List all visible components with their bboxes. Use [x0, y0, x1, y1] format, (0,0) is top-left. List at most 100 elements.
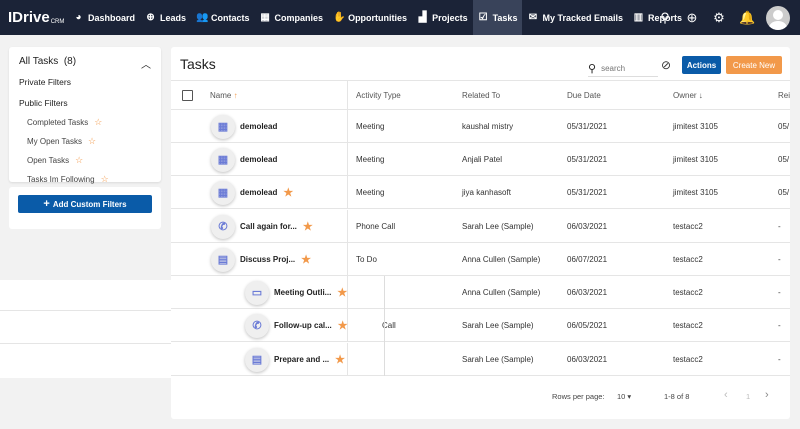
column-due-date[interactable]: Due Date — [567, 91, 601, 100]
card-icon: ▭ — [245, 280, 269, 305]
bell-icon[interactable]: 🔔 — [739, 10, 755, 26]
task-name-cell[interactable]: ▤ Discuss Proj... ★ — [211, 243, 311, 276]
star-outline-icon[interactable]: ☆ — [88, 136, 96, 147]
nav-label: Companies — [274, 12, 324, 23]
bar-chart-icon: ▥ — [633, 12, 644, 23]
star-filled-icon[interactable]: ★ — [337, 286, 347, 299]
due-date-cell: 06/05/2021 — [567, 321, 608, 330]
page-title: Tasks — [180, 56, 216, 72]
search-icon[interactable]: ⚲ — [658, 10, 672, 26]
filter-item[interactable]: Tasks Im Following ☆ — [27, 174, 151, 185]
table-row[interactable]: ▦ demolead ★ Meeting jiya kanhasoft 05/31/202… — [171, 176, 790, 209]
column-reminder[interactable]: Rei — [778, 91, 790, 100]
tasks-panel: Tasks ⚲ ⊘ Actions Create New Name ↑ Acti… — [171, 47, 790, 419]
add-circle-icon[interactable]: ⊕ — [685, 10, 699, 26]
reminder-cell: 05/ — [778, 122, 790, 131]
activity-type-cell: Meeting — [356, 188, 385, 197]
star-filled-icon[interactable]: ★ — [303, 220, 313, 233]
hide-columns-icon[interactable]: ⊘ — [661, 58, 671, 72]
task-name-cell[interactable]: ▤ Prepare and ... ★ — [245, 343, 345, 376]
building-icon: ▦ — [260, 12, 270, 23]
column-related-to[interactable]: Related To — [462, 91, 500, 100]
filter-item[interactable]: My Open Tasks ☆ — [27, 136, 151, 147]
filters-sidebar: All Tasks (8) ︿ Private Filters Public F… — [9, 47, 161, 185]
activity-type-cell: To Do — [356, 255, 377, 264]
create-new-button[interactable]: Create New — [726, 56, 782, 74]
table-row[interactable]: ▦ demolead Meeting Anjali Patel 05/31/2021 ji… — [171, 143, 790, 176]
table-row[interactable]: ▤ Discuss Proj... ★ To Do Anna Cullen (Sampl… — [171, 243, 790, 276]
related-to-cell[interactable]: Sarah Lee (Sample) — [462, 222, 534, 231]
avatar[interactable] — [766, 5, 790, 30]
table-row[interactable]: ▤ Prepare and ... ★ Sarah Lee (Sample) 06/03… — [171, 343, 790, 376]
star-filled-icon[interactable]: ★ — [301, 253, 311, 266]
nav-tasks[interactable]: ☑ Tasks — [472, 0, 523, 35]
related-to-cell[interactable]: jiya kanhasoft — [462, 188, 511, 197]
column-name[interactable]: Name ↑ — [210, 91, 238, 100]
column-activity-type[interactable]: Activity Type — [356, 91, 401, 100]
task-name-cell[interactable]: ▦ demolead — [211, 143, 277, 176]
nav-my-tracked-emails[interactable]: ✉ My Tracked Emails — [522, 0, 628, 35]
related-to-cell[interactable]: Sarah Lee (Sample) — [462, 355, 534, 364]
table-row[interactable]: ✆ Follow-up cal... ★ Call Sarah Lee (Sample)… — [171, 309, 790, 342]
search-icon: ⚲ — [588, 62, 597, 75]
star-outline-icon[interactable]: ☆ — [75, 155, 83, 166]
task-name-cell[interactable]: ✆ Call again for... ★ — [211, 210, 313, 243]
chevron-up-icon[interactable]: ︿ — [141, 56, 151, 71]
nav-label: Tasks — [492, 12, 518, 23]
nav-dashboard[interactable]: ◕ Dashboard — [68, 0, 140, 35]
search-box[interactable]: ⚲ — [588, 60, 658, 77]
search-input[interactable] — [601, 63, 652, 73]
task-name-cell[interactable]: ▦ demolead — [211, 110, 277, 143]
prev-page-icon[interactable]: ‹ — [724, 389, 728, 401]
related-to-cell[interactable]: Anna Cullen (Sample) — [462, 288, 540, 297]
owner-cell: jimitest 3105 — [673, 122, 718, 131]
next-page-icon[interactable]: › — [765, 389, 769, 401]
related-to-cell[interactable]: Anna Cullen (Sample) — [462, 255, 540, 264]
related-to-cell[interactable]: Anjali Patel — [462, 155, 502, 164]
star-filled-icon[interactable]: ★ — [283, 186, 293, 199]
nav-leads[interactable]: ⊕ Leads — [140, 0, 191, 35]
handshake-icon: ✋ — [333, 12, 346, 23]
task-check-icon: ☑ — [478, 12, 488, 23]
star-outline-icon[interactable]: ☆ — [101, 174, 109, 185]
nav-companies[interactable]: ▦ Companies — [255, 0, 329, 35]
select-all-checkbox[interactable] — [182, 90, 193, 101]
public-filters-heading[interactable]: Public Filters — [19, 98, 151, 108]
nav-contacts[interactable]: 👥 Contacts — [191, 0, 255, 35]
all-tasks-filter[interactable]: All Tasks (8) — [19, 56, 76, 71]
private-filters-heading[interactable]: Private Filters — [19, 77, 151, 87]
filter-label: Completed Tasks — [27, 118, 89, 127]
task-name: Follow-up cal... — [274, 321, 332, 330]
nav-opportunities[interactable]: ✋ Opportunities — [328, 0, 412, 35]
table-row[interactable]: ✆ Call again for... ★ Phone Call Sarah Lee (… — [171, 210, 790, 243]
star-outline-icon[interactable]: ☆ — [94, 117, 102, 128]
document-icon: ▤ — [245, 347, 269, 372]
due-date-cell: 05/31/2021 — [567, 122, 608, 131]
logo[interactable]: IDrive CRM — [0, 0, 68, 35]
star-filled-icon[interactable]: ★ — [335, 353, 345, 366]
page-number[interactable]: 1 — [746, 392, 750, 401]
owner-cell: jimitest 3105 — [673, 188, 718, 197]
task-name-cell[interactable]: ▭ Meeting Outli... ★ — [245, 276, 347, 309]
filter-label: Open Tasks — [27, 156, 70, 165]
filter-item[interactable]: Open Tasks ☆ — [27, 155, 151, 166]
related-to-cell[interactable]: kaushal mistry — [462, 122, 513, 131]
table-row[interactable]: ▭ Meeting Outli... ★ Anna Cullen (Sample) 06… — [171, 276, 790, 309]
rows-per-page-select[interactable]: 10 ▾ — [617, 392, 631, 401]
add-custom-filters-button[interactable]: + Add Custom Filters — [18, 195, 152, 213]
document-icon: ▤ — [211, 247, 235, 272]
column-owner[interactable]: Owner ↓ — [673, 91, 703, 100]
filter-item[interactable]: Completed Tasks ☆ — [27, 117, 151, 128]
sort-up-icon: ↑ — [233, 91, 238, 100]
table-row[interactable]: ▦ demolead Meeting kaushal mistry 05/31/2021… — [171, 110, 790, 143]
nav-projects[interactable]: ▟ Projects — [412, 0, 473, 35]
related-to-cell[interactable]: Sarah Lee (Sample) — [462, 321, 534, 330]
reminder-cell: 05/ — [778, 188, 790, 197]
owner-cell: testacc2 — [673, 355, 703, 364]
actions-button[interactable]: Actions — [682, 56, 721, 74]
star-filled-icon[interactable]: ★ — [338, 319, 348, 332]
owner-cell: testacc2 — [673, 321, 703, 330]
settings-gear-icon[interactable]: ⚙ — [712, 10, 726, 26]
task-name-cell[interactable]: ✆ Follow-up cal... ★ — [245, 309, 348, 342]
task-name-cell[interactable]: ▦ demolead ★ — [211, 176, 293, 209]
